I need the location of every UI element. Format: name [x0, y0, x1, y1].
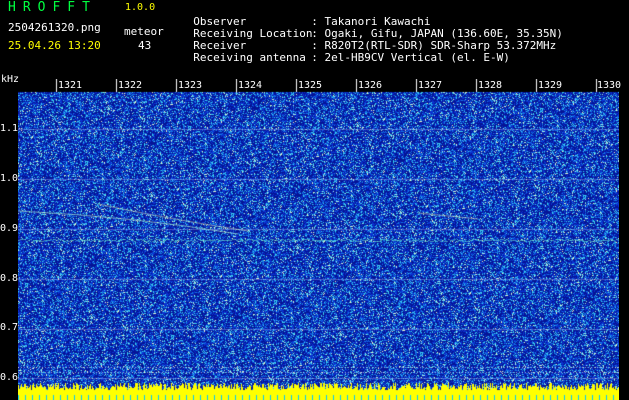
app-title: HROFFT: [8, 0, 97, 15]
spectrogram-canvas: [18, 79, 619, 400]
x-tick-1326: 1326: [358, 80, 383, 91]
x-tick-1330: 1330: [597, 80, 622, 91]
x-tick-1327: 1327: [418, 80, 443, 91]
spectrogram-panel: [18, 79, 619, 400]
x-tick-1323: 1323: [178, 80, 203, 91]
x-tick-1325: 1325: [298, 80, 323, 91]
y-tick-0-6: 0.6: [0, 372, 19, 383]
info-antenna-value: : 2el-HB9CV Vertical (el. E-W): [311, 51, 510, 64]
y-axis-unit: kHz: [1, 74, 20, 85]
y-tick-1-0: 1.0: [0, 173, 19, 184]
filename-label: 2504261320.png: [8, 21, 101, 34]
x-tick-1328: 1328: [478, 80, 503, 91]
timestamp-label: 25.04.26 13:20: [8, 39, 101, 52]
app-version: 1.0.0: [125, 2, 156, 13]
y-tick-1-1: 1.1: [0, 123, 19, 134]
info-antenna: Receiving antenna : 2el-HB9CV Vertical (e…: [180, 40, 510, 64]
x-tick-1321: 1321: [58, 80, 83, 91]
meteor-count-value: 43: [138, 39, 152, 52]
x-tick-1329: 1329: [538, 80, 563, 91]
y-tick-0-7: 0.7: [0, 322, 19, 333]
y-tick-0-9: 0.9: [0, 223, 19, 234]
x-tick-1322: 1322: [118, 80, 143, 91]
y-tick-0-8: 0.8: [0, 273, 19, 284]
info-antenna-label: Receiving antenna: [193, 51, 306, 64]
x-tick-1324: 1324: [238, 80, 263, 91]
meteor-count-label: meteor: [124, 25, 164, 38]
